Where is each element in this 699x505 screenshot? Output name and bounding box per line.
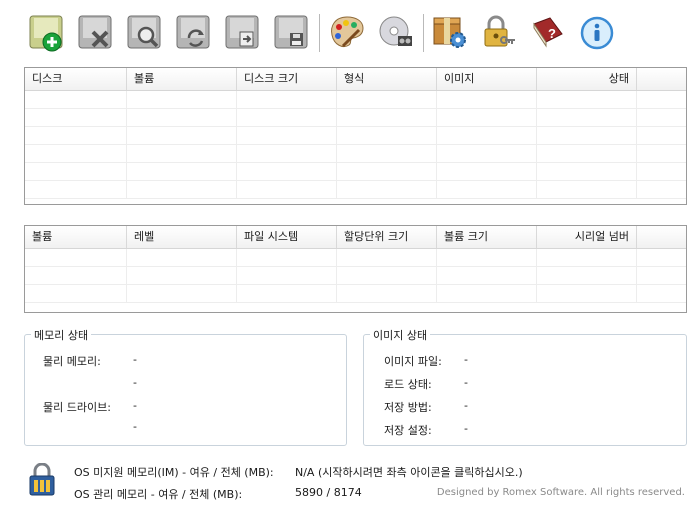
load-image-icon xyxy=(225,15,259,49)
column-header-serial-number[interactable]: 시리얼 넘버 xyxy=(537,226,637,248)
physical-drive-value: - xyxy=(133,399,137,412)
help-book-icon: ? xyxy=(533,17,563,48)
palette-icon xyxy=(331,16,364,48)
refresh-disk-button[interactable] xyxy=(173,12,213,54)
security-button[interactable] xyxy=(479,12,519,54)
palette-button[interactable] xyxy=(327,12,367,54)
memory-status-group: 메모리 상태 물리 메모리: - - 물리 드라이브: - - xyxy=(24,327,347,446)
help-book-button[interactable]: ? xyxy=(528,12,568,54)
table-row xyxy=(25,127,686,145)
memory-lock-button[interactable] xyxy=(27,462,57,497)
column-header-file-system[interactable]: 파일 시스템 xyxy=(237,226,337,248)
volume-table-body xyxy=(25,249,686,303)
save-settings-value: - xyxy=(464,422,468,435)
remove-disk-button[interactable] xyxy=(75,12,115,54)
load-status-label: 로드 상태: xyxy=(384,378,432,391)
physical-memory-value-secondary: - xyxy=(133,376,137,389)
load-status-value: - xyxy=(464,376,468,389)
physical-drive-value-secondary: - xyxy=(133,420,137,433)
volume-table-header: 볼륨 레벨 파일 시스템 할당단위 크기 볼륨 크기 시리얼 넘버 xyxy=(25,226,686,249)
table-row xyxy=(25,181,686,199)
image-status-group: 이미지 상태 이미지 파일: - 로드 상태: - 저장 방법: - 저장 설정… xyxy=(363,327,687,446)
package-gear-icon xyxy=(433,17,466,48)
volume-table[interactable]: 볼륨 레벨 파일 시스템 할당단위 크기 볼륨 크기 시리얼 넘버 xyxy=(24,225,687,313)
column-header-level[interactable]: 레벨 xyxy=(127,226,237,248)
os-managed-memory-label: OS 관리 메모리 - 여유 / 전체 (MB): xyxy=(74,488,243,501)
save-method-label: 저장 방법: xyxy=(384,401,432,414)
table-row xyxy=(25,109,686,127)
add-disk-icon xyxy=(29,15,63,52)
toolbar-separator xyxy=(423,14,425,52)
toolbar: ? xyxy=(26,12,686,56)
lock-key-icon xyxy=(484,15,515,47)
table-row xyxy=(25,91,686,109)
cd-drive-icon xyxy=(379,16,412,46)
column-header-status[interactable]: 상태 xyxy=(537,68,637,90)
table-row xyxy=(25,267,686,285)
cd-drive-button[interactable] xyxy=(376,12,416,54)
table-row xyxy=(25,163,686,181)
save-disk-icon xyxy=(274,15,308,49)
save-settings-label: 저장 설정: xyxy=(384,424,432,437)
physical-memory-label: 물리 메모리: xyxy=(43,355,101,368)
info-button[interactable] xyxy=(577,12,617,54)
remove-disk-icon xyxy=(78,15,112,49)
image-file-value: - xyxy=(464,353,468,366)
column-header-image[interactable]: 이미지 xyxy=(437,68,537,90)
svg-text:?: ? xyxy=(548,26,556,41)
package-settings-button[interactable] xyxy=(430,12,470,54)
info-icon xyxy=(580,16,614,50)
memory-lock-icon xyxy=(29,462,55,496)
refresh-disk-icon xyxy=(176,15,210,49)
load-image-button[interactable] xyxy=(222,12,262,54)
save-method-value: - xyxy=(464,399,468,412)
table-row xyxy=(25,145,686,163)
os-unmanaged-memory-label: OS 미지원 메모리(IM) - 여유 / 전체 (MB): xyxy=(74,466,274,479)
column-header-disk[interactable]: 디스크 xyxy=(25,68,127,90)
save-image-button[interactable] xyxy=(271,12,311,54)
table-row xyxy=(25,249,686,267)
memory-status-title: 메모리 상태 xyxy=(31,327,92,343)
copyright-credit: Designed by Romex Software. All rights r… xyxy=(436,487,685,498)
toolbar-separator xyxy=(319,14,321,52)
column-header-volume[interactable]: 볼륨 xyxy=(127,68,237,90)
column-header-format[interactable]: 형식 xyxy=(337,68,437,90)
column-header-allocation-unit[interactable]: 할당단위 크기 xyxy=(337,226,437,248)
os-unmanaged-memory-value: N/A (시작하시려면 좌측 아이콘을 클릭하십시오.) xyxy=(295,466,523,479)
os-managed-memory-value: 5890 / 8174 xyxy=(295,486,362,499)
disk-table-body xyxy=(25,91,686,199)
disk-table[interactable]: 디스크 볼륨 디스크 크기 형식 이미지 상태 xyxy=(24,67,687,205)
disk-table-header: 디스크 볼륨 디스크 크기 형식 이미지 상태 xyxy=(25,68,686,91)
column-header-disk-size[interactable]: 디스크 크기 xyxy=(237,68,337,90)
physical-memory-value: - xyxy=(133,353,137,366)
view-disk-button[interactable] xyxy=(124,12,164,54)
column-header-volume-size[interactable]: 볼륨 크기 xyxy=(437,226,537,248)
physical-drive-label: 물리 드라이브: xyxy=(43,401,111,414)
magnify-disk-icon xyxy=(127,15,161,49)
image-status-title: 이미지 상태 xyxy=(370,327,431,343)
add-disk-button[interactable] xyxy=(26,12,66,54)
table-row xyxy=(25,285,686,303)
column-header-volume[interactable]: 볼륨 xyxy=(25,226,127,248)
image-file-label: 이미지 파일: xyxy=(384,355,442,368)
